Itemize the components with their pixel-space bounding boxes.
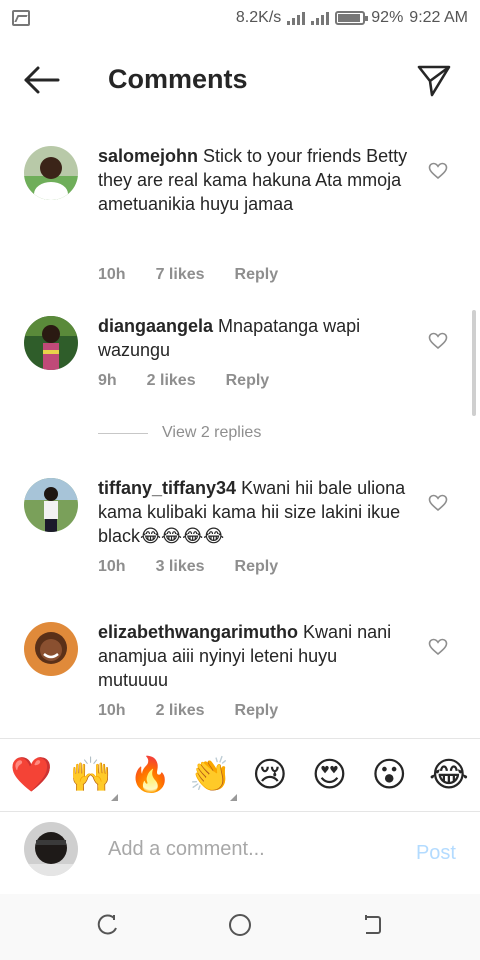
comment-username[interactable]: elizabethwangarimutho [98,622,298,642]
comment-time: 10h [98,558,126,575]
add-comment-input[interactable] [108,838,388,861]
quick-emoji-bar: ❤️ 🙌 🔥 👏 😢 😍 😮 😂 [0,738,480,812]
comment-text: diangaangela Mnapatanga wapi wazungu [98,314,408,362]
reply-button[interactable]: Reply [226,372,270,390]
avatar[interactable] [24,478,78,532]
comment-meta: 10h 3 likes Reply [98,558,308,576]
comments-list[interactable]: salomejohn Stick to your friends Betty t… [0,130,480,736]
emoji-heart-eyes[interactable]: 😍 [309,755,351,795]
clock: 9:22 AM [409,9,468,26]
emoji-raised-hands-glyph: 🙌 [69,755,113,795]
signal-icon [287,11,306,25]
emoji-heart[interactable]: ❤️ [10,755,52,795]
home-icon[interactable] [227,912,253,938]
comment-likes[interactable]: 2 likes [156,702,205,720]
emoji-clap-glyph: 👏 [189,755,232,795]
emoji-clap[interactable]: 👏 [189,755,238,801]
comment-likes[interactable]: 3 likes [156,558,205,576]
emoji-laughing[interactable]: 😂 [428,755,470,795]
emoji-fire[interactable]: 🔥 [129,755,171,795]
comment-username[interactable]: salomejohn [98,146,198,166]
variant-indicator-icon [230,794,238,801]
comment-likes[interactable]: 7 likes [156,266,205,284]
reply-button[interactable]: Reply [235,266,279,284]
comment-meta: 9h 2 likes Reply [98,372,299,390]
emoji-crying[interactable]: 😢 [249,755,291,795]
comment-meta: 10h 2 likes Reply [98,702,308,720]
comment-username[interactable]: diangaangela [98,316,213,336]
scrollbar[interactable] [472,310,476,416]
comment-meta: 10h 7 likes Reply [98,266,308,284]
view-replies-label: View 2 replies [162,424,262,441]
comment-text: elizabethwangarimutho Kwani nani anamjua… [98,620,408,692]
recent-apps-icon[interactable] [94,912,120,938]
post-button[interactable]: Post [416,842,456,865]
comment-text: salomejohn Stick to your friends Betty t… [98,144,408,216]
reply-button[interactable]: Reply [235,702,279,720]
comment-text: tiffany_tiffany34 Kwani hii bale uliona … [98,476,408,548]
view-replies-button[interactable]: View 2 replies [98,424,261,442]
header: Comments [0,42,480,118]
like-heart-icon[interactable] [428,638,448,656]
like-heart-icon[interactable] [428,332,448,350]
avatar[interactable] [24,146,78,200]
emoji-raised-hands[interactable]: 🙌 [69,755,118,801]
back-arrow-icon[interactable] [22,64,62,96]
comment-username[interactable]: tiffany_tiffany34 [98,478,236,498]
avatar[interactable] [24,316,78,370]
comment-time: 10h [98,702,126,719]
reply-button[interactable]: Reply [235,558,279,576]
avatar[interactable] [24,622,78,676]
divider [98,432,148,434]
variant-indicator-icon [110,794,118,801]
like-heart-icon[interactable] [428,494,448,512]
battery-icon [335,11,369,25]
back-nav-icon[interactable] [360,912,386,938]
send-icon[interactable] [416,62,452,98]
gallery-icon [12,10,30,26]
battery-percent: 92% [371,9,404,26]
comment-time: 10h [98,266,126,283]
system-nav-bar [0,894,480,960]
signal-icon-2 [311,11,330,25]
comment-likes[interactable]: 2 likes [147,372,196,390]
add-comment-row: Post [0,812,480,894]
emoji-surprised[interactable]: 😮 [368,755,410,795]
status-bar: 8.2K/s 92% 9:22 AM [0,0,480,36]
comment-time: 9h [98,372,117,389]
my-avatar [24,822,78,876]
network-speed: 8.2K/s [235,9,282,26]
like-heart-icon[interactable] [428,162,448,180]
page-title: Comments [108,64,248,94]
